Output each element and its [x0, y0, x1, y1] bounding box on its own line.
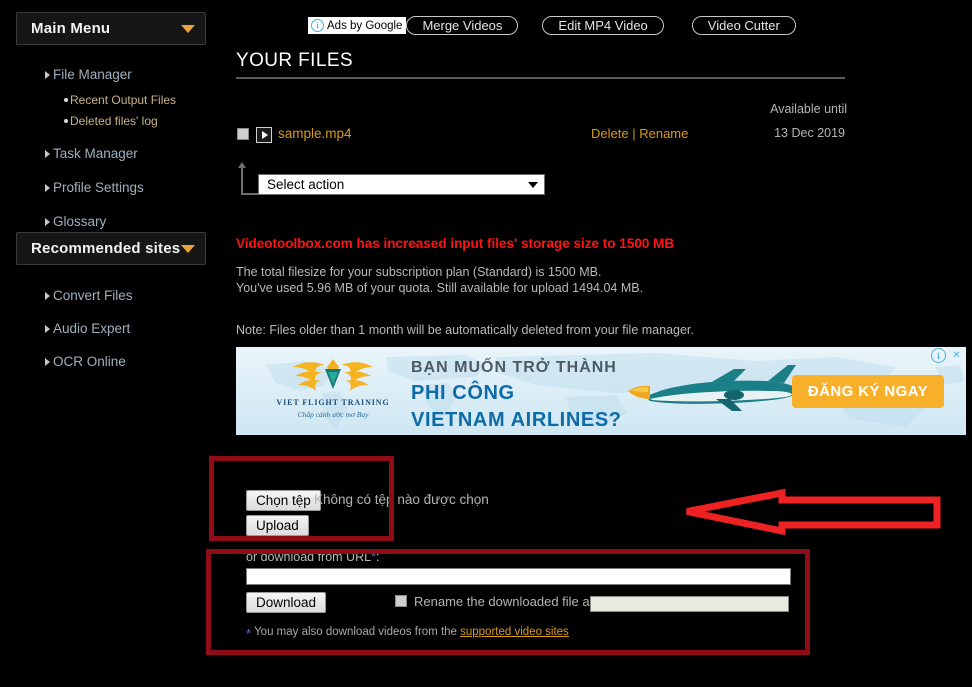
- rename-downloaded-file-label: Rename the downloaded file as: [414, 594, 597, 609]
- sidebar-item-label: Audio Expert: [53, 321, 131, 336]
- ad-cta-button[interactable]: ĐĂNG KÝ NGAY: [791, 375, 944, 408]
- action-separator: |: [632, 126, 636, 141]
- choose-file-button[interactable]: Chọn tệp: [246, 490, 321, 511]
- sidebar-item-label: Convert Files: [53, 288, 133, 303]
- annotation-arrow-upload: [686, 488, 941, 536]
- sidebar-item-file-manager[interactable]: File Manager: [0, 60, 232, 89]
- info-icon[interactable]: i: [931, 348, 946, 363]
- sidebar-item-ocr-online[interactable]: OCR Online: [0, 347, 232, 376]
- chevron-right-icon: [45, 70, 50, 79]
- sidebar-item-profile-settings[interactable]: Profile Settings: [0, 173, 232, 202]
- play-icon[interactable]: [256, 127, 272, 143]
- caret-down-icon: [528, 181, 538, 188]
- ad-headline-1: BẠN MUỐN TRỞ THÀNH: [411, 359, 617, 376]
- sidebar: Main Menu File Manager Recent Output Fil…: [0, 0, 232, 687]
- sidebar-header-main-menu-label: Main Menu: [31, 20, 111, 37]
- main-content: i Ads by Google Merge Videos Edit MP4 Vi…: [206, 0, 972, 687]
- sidebar-item-audio-expert[interactable]: Audio Expert: [0, 314, 232, 343]
- chevron-right-icon: [45, 183, 50, 192]
- supported-sites-hint: * You may also download videos from the …: [246, 626, 569, 641]
- ads-by-google-label: Ads by Google: [327, 19, 403, 32]
- advertiser-logo: VIET FLIGHT TRAINING Chắp cánh ước mơ Ba…: [258, 355, 408, 429]
- ads-by-google-badge[interactable]: i Ads by Google: [308, 17, 407, 34]
- table-row: sample.mp4 Delete | Rename 13 Dec 2019: [236, 126, 845, 144]
- wings-logo-icon: [293, 359, 373, 391]
- bullet-icon: [64, 97, 68, 102]
- download-button[interactable]: Download: [246, 592, 327, 613]
- chevron-right-icon: [45, 149, 50, 158]
- download-url-label-colon: :: [375, 550, 380, 564]
- upload-button[interactable]: Upload: [246, 515, 309, 536]
- advertiser-logo-tagline: Chắp cánh ước mơ Bay: [297, 410, 369, 419]
- ad-headline-3: VIETNAM AIRLINES?: [411, 409, 622, 431]
- airplane-illustration-icon: [628, 365, 799, 411]
- page-title: YOUR FILES: [236, 50, 353, 71]
- file-select-checkbox[interactable]: [237, 128, 249, 140]
- chevron-right-icon: [45, 357, 50, 366]
- storage-notice-headline: Videotoolbox.com has increased input fil…: [236, 236, 675, 251]
- sidebar-header-recommended-sites-label: Recommended sites: [31, 240, 181, 257]
- sidebar-item-label: Profile Settings: [53, 180, 144, 195]
- download-url-input[interactable]: [246, 568, 791, 585]
- sidebar-item-label: OCR Online: [53, 354, 126, 369]
- download-url-label-text: or download from URL: [246, 550, 372, 564]
- sidebar-subitem-label: Deleted files' log: [70, 113, 158, 128]
- ad-link-edit-mp4-video[interactable]: Edit MP4 Video: [542, 16, 664, 35]
- sidebar-item-label: Task Manager: [53, 146, 138, 161]
- hint-star: *: [246, 626, 252, 641]
- sidebar-item-convert-files[interactable]: Convert Files: [0, 281, 232, 310]
- sidebar-recommended-list: Convert Files Audio Expert OCR Online: [0, 281, 232, 376]
- ad-copy: BẠN MUỐN TRỞ THÀNH PHI CÔNG VIETNAM AIRL…: [411, 359, 622, 432]
- bullet-icon: [64, 118, 68, 123]
- sidebar-item-label: Glossary: [53, 214, 107, 229]
- title-divider: [236, 77, 845, 79]
- chevron-right-icon: [45, 217, 50, 226]
- chevron-down-icon: [181, 244, 195, 253]
- chevron-down-icon: [181, 24, 195, 33]
- rename-downloaded-file-input[interactable]: [590, 596, 789, 612]
- sidebar-header-main-menu[interactable]: Main Menu: [16, 12, 206, 45]
- file-name-link[interactable]: sample.mp4: [278, 126, 352, 141]
- chevron-right-icon: [45, 324, 50, 333]
- sidebar-subitem-recent-output-files[interactable]: Recent Output Files: [0, 89, 232, 110]
- quota-line-usage: You've used 5.96 MB of your quota. Still…: [236, 281, 644, 295]
- info-icon: i: [311, 19, 324, 32]
- ad-link-merge-videos[interactable]: Merge Videos: [406, 16, 519, 35]
- quota-line-plan: The total filesize for your subscription…: [236, 265, 602, 279]
- chosen-file-status: Không có tệp nào được chọn: [314, 492, 489, 507]
- ad-banner[interactable]: VIET FLIGHT TRAINING Chắp cánh ước mơ Ba…: [236, 347, 966, 435]
- file-actions: Delete | Rename: [591, 126, 688, 141]
- sidebar-item-task-manager[interactable]: Task Manager: [0, 139, 232, 168]
- column-header-available-until: Available until: [770, 102, 847, 116]
- ad-link-video-cutter[interactable]: Video Cutter: [691, 16, 796, 35]
- rename-link[interactable]: Rename: [639, 126, 688, 141]
- sidebar-subitem-label: Recent Output Files: [70, 92, 177, 107]
- advertiser-logo-name: VIET FLIGHT TRAINING: [276, 398, 390, 407]
- sidebar-main-menu-list: File Manager Recent Output Files Deleted…: [0, 60, 232, 236]
- ad-controls: i ✕: [931, 348, 963, 363]
- select-action-dropdown[interactable]: Select action: [258, 174, 545, 195]
- hint-text: You may also download videos from the: [254, 626, 461, 638]
- sidebar-subitem-deleted-files-log[interactable]: Deleted files' log: [0, 110, 232, 131]
- select-action-value: Select action: [267, 177, 345, 192]
- supported-video-sites-link[interactable]: supported video sites: [460, 626, 569, 638]
- delete-link[interactable]: Delete: [591, 126, 629, 141]
- rename-downloaded-file-checkbox[interactable]: [395, 595, 407, 607]
- action-connector-arrow-icon: [238, 162, 261, 195]
- chevron-right-icon: [45, 291, 50, 300]
- file-available-until: 13 Dec 2019: [774, 126, 845, 140]
- close-icon[interactable]: ✕: [950, 349, 963, 362]
- ads-toolbar: i Ads by Google Merge Videos Edit MP4 Vi…: [308, 16, 796, 35]
- sidebar-item-label: File Manager: [53, 67, 132, 82]
- download-url-label: or download from URL*:: [246, 550, 379, 564]
- sidebar-header-recommended-sites[interactable]: Recommended sites: [16, 232, 206, 265]
- page-root: Main Menu File Manager Recent Output Fil…: [0, 0, 972, 687]
- retention-note: Note: Files older than 1 month will be a…: [236, 323, 694, 337]
- ad-headline-2: PHI CÔNG: [411, 382, 515, 404]
